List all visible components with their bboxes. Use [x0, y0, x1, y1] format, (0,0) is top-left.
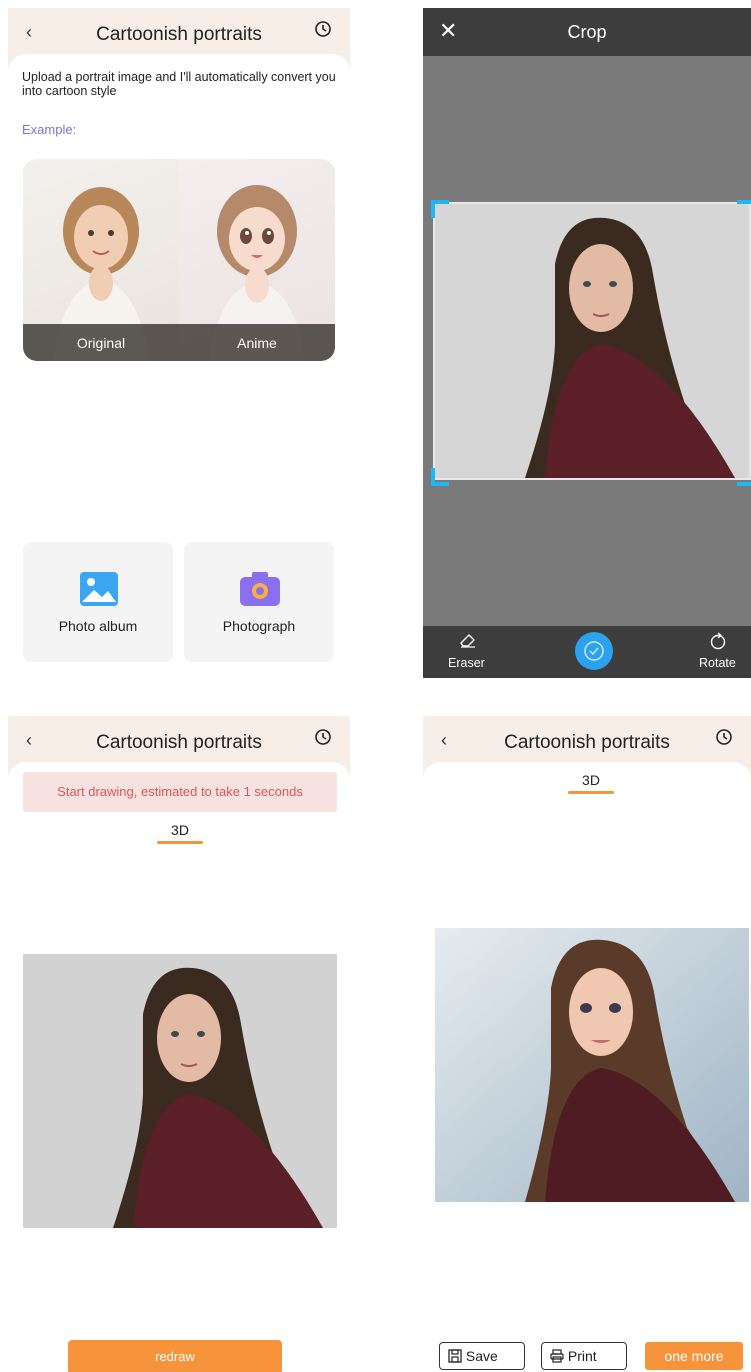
- example-card: Original Anime: [23, 159, 335, 361]
- anime-label: Anime: [237, 335, 277, 351]
- crop-frame[interactable]: [433, 202, 751, 480]
- tab-3d[interactable]: 3D: [160, 822, 200, 838]
- photograph-label: Photograph: [222, 618, 296, 634]
- photograph-button[interactable]: Photograph: [184, 542, 334, 662]
- crop-header: ✕ Crop: [423, 8, 751, 56]
- save-button[interactable]: Save: [439, 1342, 525, 1370]
- crop-handle-bottom-left[interactable]: [431, 468, 449, 486]
- one-more-button[interactable]: one more: [645, 1342, 743, 1370]
- tab-3d[interactable]: 3D: [571, 772, 611, 788]
- printer-icon: [550, 1349, 564, 1363]
- original-label: Original: [76, 335, 126, 351]
- crop-toolbar: Eraser Rotate: [423, 626, 751, 678]
- result-screen: ‹ Cartoonish portraits 3D Save Print one…: [423, 716, 751, 1372]
- progress-notice: Start drawing, estimated to take 1 secon…: [23, 772, 337, 812]
- rotate-icon: [710, 632, 726, 650]
- camera-icon: [240, 572, 280, 606]
- print-button[interactable]: Print: [541, 1342, 627, 1370]
- rotate-label: Rotate: [699, 656, 736, 670]
- print-label: Print: [567, 1348, 597, 1364]
- tab-indicator: [157, 841, 203, 844]
- confirm-crop-button[interactable]: [575, 632, 613, 670]
- crop-handle-top-right[interactable]: [737, 200, 751, 218]
- crop-title: Crop: [567, 22, 607, 42]
- save-icon: [448, 1349, 462, 1363]
- image-icon: [80, 572, 118, 606]
- redraw-button[interactable]: redraw: [68, 1340, 282, 1372]
- drawing-screen: ‹ Cartoonish portraits Start drawing, es…: [8, 716, 350, 1372]
- page-title: Cartoonish portraits: [96, 732, 262, 753]
- upload-screen: ‹ Cartoonish portraits Upload a portrait…: [8, 8, 350, 672]
- page-title: Cartoonish portraits: [504, 732, 670, 753]
- eraser-label: Eraser: [448, 656, 485, 670]
- example-label: Example:: [22, 122, 77, 137]
- history-icon[interactable]: [715, 728, 733, 746]
- crop-handle-top-left[interactable]: [431, 200, 449, 218]
- history-icon[interactable]: [314, 20, 332, 38]
- tab-indicator: [568, 791, 614, 794]
- portrait-photo: [435, 204, 749, 478]
- history-icon[interactable]: [314, 728, 332, 746]
- description: Upload a portrait image and I'll automat…: [22, 70, 336, 98]
- photo-album-button[interactable]: Photo album: [23, 542, 173, 662]
- check-icon: [584, 641, 604, 661]
- page-title: Cartoonish portraits: [96, 24, 262, 45]
- crop-handle-bottom-right[interactable]: [737, 468, 751, 486]
- crop-screen: ✕ Crop Eraser Rotate: [423, 8, 751, 678]
- cartoon-result-image: [435, 928, 749, 1202]
- photo-album-label: Photo album: [58, 618, 138, 634]
- eraser-icon: [460, 634, 475, 648]
- save-label: Save: [465, 1348, 498, 1364]
- source-photo: [23, 954, 337, 1228]
